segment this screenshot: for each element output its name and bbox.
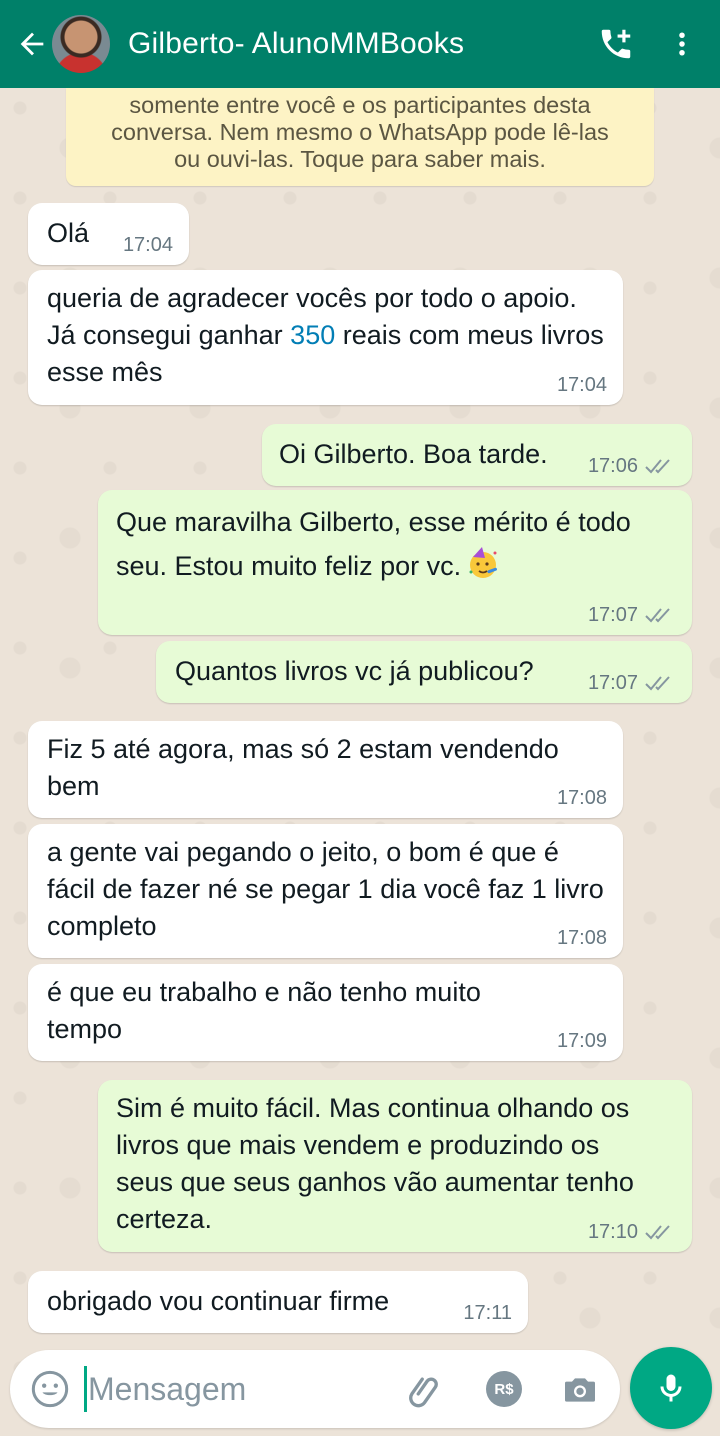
double-check-icon	[645, 676, 670, 691]
incoming-message[interactable]: queria de agradecer vocês por todo o apo…	[28, 270, 623, 405]
message-text: Sim é muito fácil. Mas continua olhando …	[116, 1093, 634, 1234]
message-composer: R$	[10, 1350, 620, 1428]
notice-line: ou ouvi-las. Toque para saber mais.	[174, 146, 546, 172]
incoming-message[interactable]: a gente vai pegando o jeito, o bom é que…	[28, 824, 623, 958]
camera-icon[interactable]	[560, 1370, 600, 1410]
message-text-part: Que maravilha Gilberto, esse mérito é to…	[116, 507, 631, 581]
mic-icon	[660, 1374, 682, 1402]
double-check-icon	[645, 459, 670, 474]
message-text: Fiz 5 até agora, mas só 2 estam vendendo…	[47, 734, 559, 801]
message-time: 17:08	[556, 787, 607, 809]
mic-button[interactable]	[630, 1347, 712, 1429]
emoji-icon[interactable]	[30, 1369, 70, 1409]
message-input[interactable]	[88, 1362, 388, 1416]
incoming-message[interactable]: obrigado vou continuar firme 17:11	[28, 1271, 528, 1333]
message-time: 17:09	[556, 1030, 607, 1052]
contact-name[interactable]: Gilberto- AlunoMMBooks	[128, 27, 590, 61]
message-time: 17:07	[587, 604, 638, 626]
double-check-icon	[645, 1225, 670, 1240]
message-time: 17:08	[556, 927, 607, 949]
message-text: queria de agradecer vocês por todo o apo…	[47, 280, 609, 391]
encryption-notice[interactable]: somente entre você e os participantes de…	[66, 88, 654, 186]
outgoing-message[interactable]: Que maravilha Gilberto, esse mérito é to…	[98, 490, 692, 635]
add-call-icon[interactable]	[590, 14, 642, 74]
message-time: 17:10	[587, 1221, 638, 1243]
chat-header: Gilberto- AlunoMMBooks	[0, 0, 720, 88]
outgoing-message[interactable]: Quantos livros vc já publicou? 17:07	[156, 641, 692, 703]
message-time: 17:06	[587, 455, 638, 477]
partying-face-icon	[469, 547, 498, 578]
notice-line: somente entre você e os participantes de…	[129, 92, 591, 118]
more-vertical-icon[interactable]	[656, 14, 708, 74]
notice-line: conversa. Nem mesmo o WhatsApp pode lê-l…	[111, 119, 609, 145]
phone-number-link[interactable]: 350	[290, 320, 335, 350]
back-arrow-icon[interactable]	[8, 14, 56, 74]
outgoing-message[interactable]: Sim é muito fácil. Mas continua olhando …	[98, 1080, 692, 1252]
message-time: 17:07	[587, 672, 638, 694]
payment-icon[interactable]: R$	[486, 1371, 522, 1407]
double-check-icon	[645, 608, 670, 623]
message-text: a gente vai pegando o jeito, o bom é que…	[47, 837, 604, 941]
message-text: obrigado vou continuar firme	[47, 1286, 390, 1316]
message-time: 17:11	[463, 1302, 512, 1324]
incoming-message[interactable]: Fiz 5 até agora, mas só 2 estam vendendo…	[28, 721, 623, 818]
outgoing-message[interactable]: Oi Gilberto. Boa tarde. 17:06	[262, 424, 692, 486]
attach-icon[interactable]	[406, 1370, 446, 1410]
message-text: é que eu trabalho e não tenho muito temp…	[47, 977, 481, 1044]
message-text: Que maravilha Gilberto, esse mérito é to…	[116, 500, 678, 588]
message-time: 17:04	[122, 234, 173, 256]
incoming-message[interactable]: é que eu trabalho e não tenho muito temp…	[28, 964, 623, 1061]
avatar[interactable]	[52, 15, 110, 73]
incoming-message[interactable]: Olá 17:04	[28, 203, 189, 265]
text-caret	[84, 1366, 87, 1412]
message-time: 17:04	[556, 374, 607, 396]
